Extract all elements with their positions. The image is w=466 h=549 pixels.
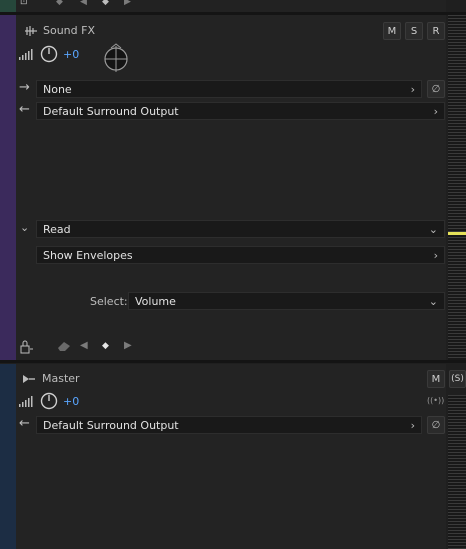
chevron-right-icon: › (433, 248, 438, 262)
output-arrow-icon: ← (19, 102, 30, 117)
parameter-select[interactable]: Volume ⌄ (128, 292, 445, 310)
track-color-strip-top (0, 0, 16, 12)
solo-button[interactable]: S (405, 22, 423, 40)
level-bars-icon (19, 48, 35, 60)
add-keyframe-icon[interactable]: ◆ (102, 0, 109, 7)
automation-lock-icon[interactable] (20, 340, 34, 354)
chevron-right-icon: › (433, 104, 438, 118)
track-name[interactable]: Sound FX (43, 24, 95, 37)
erase-keyframe-icon[interactable] (56, 340, 72, 352)
meter-level-marker (448, 232, 466, 235)
output-select-value: Default Surround Output (43, 104, 179, 118)
select-label: Select: (90, 295, 128, 308)
prev-keyframe-icon[interactable]: ◀ (80, 340, 88, 351)
track-name[interactable]: Master (42, 372, 80, 385)
parameter-select-value: Volume (135, 294, 176, 308)
surround-indicator-icon[interactable]: ((•)) (427, 396, 444, 405)
sound-fx-track-panel: Sound FX M S R +0 → None › ∅ ← Default S… (16, 15, 446, 360)
automation-mode-select[interactable]: Read ⌄ (36, 220, 445, 238)
volume-value[interactable]: +0 (63, 395, 79, 408)
chevron-right-icon: › (410, 82, 415, 96)
null-icon: ∅ (431, 83, 441, 95)
lock-icon[interactable]: ⊡ (20, 0, 28, 7)
show-envelopes-label: Show Envelopes (43, 248, 133, 262)
solo-button[interactable]: (S) (449, 370, 466, 388)
level-meter (448, 15, 466, 360)
input-select-value: None (43, 82, 72, 96)
show-envelopes-menu[interactable]: Show Envelopes › (36, 246, 445, 264)
output-arrow-icon: ← (19, 416, 30, 431)
track-separator (0, 360, 466, 363)
output-select-value: Default Surround Output (43, 418, 179, 432)
add-keyframe-icon[interactable]: ◆ (102, 341, 109, 351)
erase-keyframe-icon[interactable]: ◆ (56, 0, 63, 7)
volume-knob-icon[interactable] (40, 392, 58, 410)
master-track-icon (22, 373, 36, 385)
track-color-strip-fx (0, 15, 16, 360)
previous-track-footer: ⊡ ◆ ◀ ◆ ▶ (16, 0, 446, 12)
next-keyframe-icon[interactable]: ▶ (124, 0, 131, 7)
next-keyframe-icon[interactable]: ▶ (124, 340, 132, 351)
master-track-panel: Master M +0 ((•)) ← Default Surround Out… (16, 364, 446, 549)
output-disable-button[interactable]: ∅ (427, 416, 445, 434)
audio-track-icon (24, 25, 38, 37)
chevron-down-icon: ⌄ (428, 294, 438, 308)
chevron-right-icon: › (410, 418, 415, 432)
record-button[interactable]: R (427, 22, 445, 40)
level-bars-icon (19, 395, 35, 407)
prev-keyframe-icon[interactable]: ◀ (80, 0, 87, 7)
chevron-down-icon: ⌄ (428, 222, 438, 236)
track-color-strip-master (0, 364, 16, 549)
volume-knob-icon[interactable] (40, 45, 58, 63)
level-meter (448, 395, 466, 549)
collapse-chevron-icon[interactable]: ⌄ (20, 221, 29, 234)
mute-button[interactable]: M (427, 370, 445, 388)
volume-value[interactable]: +0 (63, 48, 79, 61)
mute-button[interactable]: M (383, 22, 401, 40)
input-arrow-icon: → (19, 80, 30, 95)
input-select[interactable]: None › (36, 80, 422, 98)
output-select[interactable]: Default Surround Output › (36, 102, 445, 120)
automation-mode-value: Read (43, 222, 71, 236)
input-disable-button[interactable]: ∅ (427, 80, 445, 98)
null-icon: ∅ (431, 419, 441, 431)
cursor-crosshair-icon (100, 42, 132, 74)
output-select[interactable]: Default Surround Output › (36, 416, 422, 434)
